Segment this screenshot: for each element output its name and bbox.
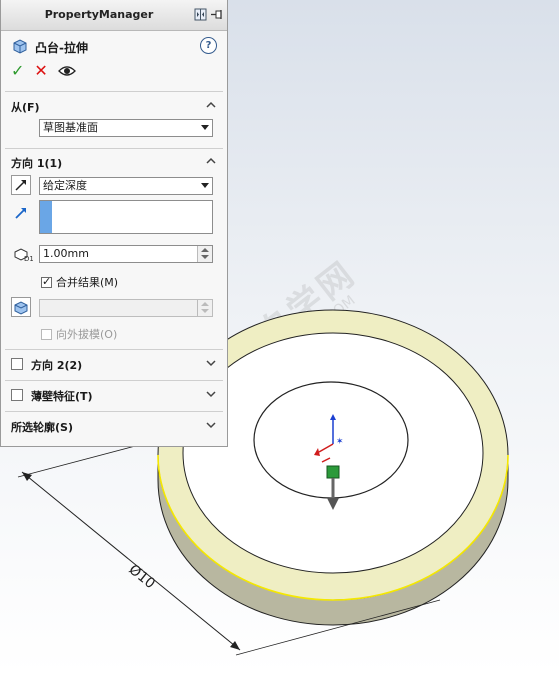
svg-text:✶: ✶ <box>336 437 344 447</box>
chevron-down-icon[interactable] <box>205 357 217 369</box>
pin-icon[interactable] <box>210 8 223 21</box>
chevron-down-icon[interactable] <box>205 388 217 400</box>
depth-stepper[interactable] <box>197 246 212 262</box>
draft-outward-checkbox[interactable] <box>41 328 52 340</box>
thin-feature-checkbox[interactable] <box>11 389 23 401</box>
end-condition-select[interactable]: 给定深度 <box>39 177 213 195</box>
svg-text:Ø10: Ø10 <box>125 562 157 593</box>
draft-outward-checkbox-row[interactable]: 向外拔模(O) <box>41 326 117 342</box>
split-view-icon[interactable] <box>194 8 207 21</box>
draft-outward-label: 向外拔模(O) <box>56 328 118 341</box>
draft-icon <box>14 301 28 315</box>
chevron-up-icon[interactable] <box>205 155 217 167</box>
dropdown-arrow-icon <box>201 125 209 130</box>
help-icon[interactable]: ? <box>200 37 217 54</box>
reverse-direction-button[interactable] <box>11 175 31 195</box>
ring-inner-face[interactable] <box>182 332 484 574</box>
selected-contours-section-header[interactable]: 所选轮廓(S) <box>11 419 217 435</box>
direction2-checkbox[interactable] <box>11 358 23 370</box>
thin-feature-label: 薄壁特征(T) <box>31 390 93 403</box>
draft-angle-stepper[interactable] <box>197 300 212 316</box>
chevron-up-icon[interactable] <box>205 99 217 111</box>
thin-feature-section-header[interactable]: 薄壁特征(T) <box>11 388 217 404</box>
draft-button[interactable] <box>11 297 31 317</box>
merge-result-label: 合并结果(M) <box>56 276 119 289</box>
direction-reference-selection-box[interactable] <box>39 200 213 234</box>
merge-result-checkbox-row[interactable]: 合并结果(M) <box>41 274 118 290</box>
direction2-label: 方向 2(2) <box>31 359 83 372</box>
svg-text:D1: D1 <box>24 255 33 263</box>
from-condition-select[interactable]: 草图基准面 <box>39 119 213 137</box>
feature-name: 凸台-拉伸 <box>35 41 88 55</box>
cancel-button[interactable]: ✕ <box>34 63 47 79</box>
from-condition-value: 草图基准面 <box>43 121 98 134</box>
depth-value: 1.00mm <box>43 247 89 260</box>
depth-icon: D1 <box>14 248 33 263</box>
panel-title-bar: PropertyManager <box>1 0 227 31</box>
panel-title: PropertyManager <box>44 8 154 21</box>
selected-contours-label: 所选轮廓(S) <box>11 421 73 434</box>
from-section-header[interactable]: 从(F) <box>11 99 217 115</box>
merge-result-checkbox[interactable] <box>41 275 52 288</box>
dropdown-arrow-icon <box>201 183 209 188</box>
direction1-label: 方向 1(1) <box>11 157 63 170</box>
property-manager-panel: PropertyManager 凸台-拉伸 ? ✓ ✕ 从(F) 草图基准面 方… <box>0 0 228 447</box>
reverse-direction-icon <box>15 180 26 191</box>
chevron-down-icon[interactable] <box>205 419 217 431</box>
direction2-section-header[interactable]: 方向 2(2) <box>11 357 217 373</box>
direction-vector-icon <box>15 208 26 219</box>
selection-focus-bar <box>40 201 52 233</box>
end-condition-value: 给定深度 <box>43 179 87 192</box>
depth-input[interactable]: 1.00mm <box>39 245 213 263</box>
ok-button[interactable]: ✓ <box>11 63 24 79</box>
draft-angle-input[interactable] <box>39 299 213 317</box>
boss-extrude-icon <box>13 39 27 54</box>
direction1-section-header[interactable]: 方向 1(1) <box>11 155 217 171</box>
from-section-label: 从(F) <box>11 101 40 114</box>
preview-eye-icon[interactable] <box>57 64 76 78</box>
